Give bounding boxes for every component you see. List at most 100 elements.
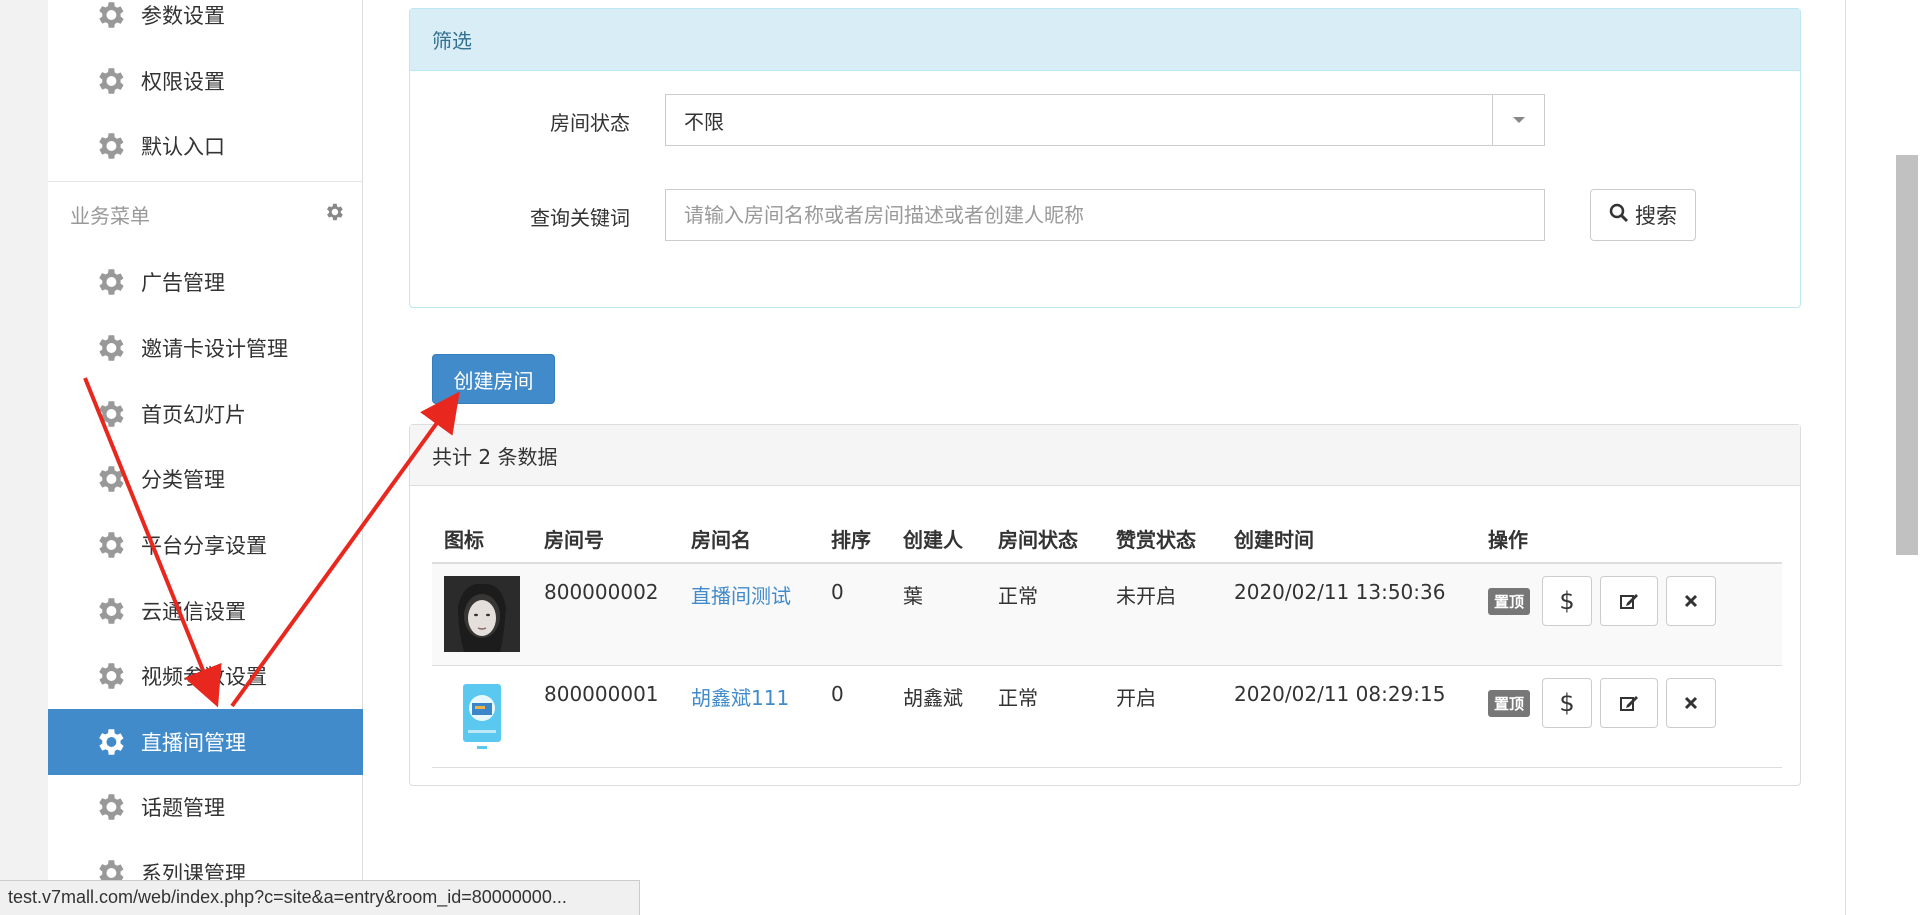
sidebar-item-cloud-im[interactable]: 云通信设置	[48, 578, 363, 644]
browser-status-bar: test.v7mall.com/web/index.php?c=site&a=e…	[0, 880, 640, 915]
sidebar-item-label: 直播间管理	[141, 731, 246, 755]
actions-cell: 置顶 $	[1476, 665, 1782, 768]
sidebar-item-invite-card[interactable]: 邀请卡设计管理	[48, 315, 363, 381]
keyword-input[interactable]	[665, 189, 1545, 241]
room-table: 图标 房间号 房间名 排序 创建人 房间状态 赞赏状态 创建时间 操作 8000…	[432, 515, 1782, 768]
close-icon	[1684, 696, 1698, 710]
sidebar-item-label: 权限设置	[141, 70, 225, 94]
sidebar-item-label: 广告管理	[141, 271, 225, 295]
room-id: 800000001	[532, 665, 679, 768]
main-content: 筛选 房间状态 不限 查询关键词 搜索 创建房间 共计 2 条数据 图标 房间号…	[363, 0, 1845, 915]
room-creator: 葉	[891, 563, 986, 666]
filter-panel: 筛选 房间状态 不限 查询关键词 搜索	[409, 8, 1801, 308]
column-header: 图标	[432, 515, 532, 564]
scrollbar-thumb[interactable]	[1896, 155, 1918, 555]
gear-icon	[93, 790, 127, 824]
room-icon-cell	[432, 563, 532, 666]
sidebar-item-label: 云通信设置	[141, 600, 246, 624]
actions-cell: 置顶 $	[1476, 563, 1782, 666]
room-icon-cell	[432, 665, 532, 768]
delete-button[interactable]	[1666, 576, 1717, 626]
sidebar-item-video-params[interactable]: 视频参数设置	[48, 643, 363, 709]
created-time: 2020/02/11 13:50:36	[1222, 563, 1476, 666]
sidebar-item-label: 视频参数设置	[141, 665, 267, 689]
column-header: 操作	[1476, 515, 1782, 564]
sidebar-item-topics[interactable]: 话题管理	[48, 774, 363, 840]
room-name-link[interactable]: 胡鑫斌111	[679, 665, 819, 768]
gear-icon	[93, 129, 127, 163]
sidebar-item-label: 参数设置	[141, 4, 225, 28]
room-poster-image	[444, 678, 520, 754]
search-button[interactable]: 搜索	[1590, 189, 1696, 241]
reward-button[interactable]: $	[1542, 678, 1593, 728]
edit-button[interactable]	[1600, 678, 1659, 728]
pin-top-badge[interactable]: 置顶	[1488, 689, 1531, 717]
room-name-link[interactable]: 直播间测试	[679, 563, 819, 666]
column-header: 赞赏状态	[1104, 515, 1222, 564]
gear-icon	[93, 397, 127, 431]
table-row: 800000001 胡鑫斌111 0 胡鑫斌 正常 开启 2020/02/11 …	[432, 665, 1782, 768]
pin-top-badge[interactable]: 置顶	[1488, 587, 1531, 615]
room-status: 正常	[986, 665, 1104, 768]
room-status-label: 房间状态	[550, 111, 630, 135]
gear-icon	[93, 594, 127, 628]
sidebar-item-label: 默认入口	[141, 135, 225, 159]
room-status-select[interactable]: 不限	[665, 94, 1545, 146]
table-header-row: 图标 房间号 房间名 排序 创建人 房间状态 赞赏状态 创建时间 操作	[432, 515, 1782, 564]
table-row: 800000002 直播间测试 0 葉 正常 未开启 2020/02/11 13…	[432, 563, 1782, 666]
sidebar-item-label: 话题管理	[141, 796, 225, 820]
column-header: 创建人	[891, 515, 986, 564]
chevron-down-icon[interactable]	[1492, 95, 1544, 145]
dollar-icon: $	[1559, 587, 1575, 615]
sidebar-item-slides[interactable]: 首页幻灯片	[48, 381, 363, 447]
column-header: 房间号	[532, 515, 679, 564]
create-room-button[interactable]: 创建房间	[432, 354, 555, 404]
edit-icon	[1620, 696, 1639, 711]
record-count: 共计 2 条数据	[410, 425, 1800, 486]
search-icon	[1609, 203, 1629, 228]
sidebar-item-permissions[interactable]: 权限设置	[48, 48, 363, 114]
gear-icon	[93, 659, 127, 693]
delete-button[interactable]	[1666, 678, 1717, 728]
sidebar-item-live-rooms[interactable]: 直播间管理	[48, 709, 363, 775]
sidebar-item-label: 首页幻灯片	[141, 403, 246, 427]
column-header: 创建时间	[1222, 515, 1476, 564]
created-time: 2020/02/11 08:29:15	[1222, 665, 1476, 768]
room-order: 0	[819, 665, 891, 768]
room-avatar-image	[444, 576, 520, 652]
room-status-value: 不限	[684, 109, 724, 134]
edit-button[interactable]	[1600, 576, 1659, 626]
room-list-panel: 共计 2 条数据 图标 房间号 房间名 排序 创建人 房间状态 赞赏状态 创建时…	[409, 424, 1801, 786]
sidebar-item-label: 平台分享设置	[141, 534, 267, 558]
column-header: 排序	[819, 515, 891, 564]
gear-icon	[93, 64, 127, 98]
sidebar: 参数设置 权限设置 默认入口 业务菜单 广告管理 邀请卡设计管理 首页幻灯片 分…	[48, 0, 363, 915]
sidebar-item-categories[interactable]: 分类管理	[48, 446, 363, 512]
dollar-icon: $	[1559, 689, 1575, 717]
column-header: 房间名	[679, 515, 819, 564]
sidebar-item-ads[interactable]: 广告管理	[48, 249, 363, 315]
room-creator: 胡鑫斌	[891, 665, 986, 768]
sidebar-item-default-entry[interactable]: 默认入口	[48, 113, 363, 179]
gear-icon	[93, 462, 127, 496]
gear-icon	[93, 725, 127, 759]
window-gutter	[0, 0, 48, 915]
reward-status: 未开启	[1104, 563, 1222, 666]
section-settings-icon[interactable]	[323, 201, 345, 223]
gear-icon	[93, 528, 127, 562]
sidebar-item-share[interactable]: 平台分享设置	[48, 512, 363, 578]
sidebar-item-label: 分类管理	[141, 468, 225, 492]
gear-icon	[93, 331, 127, 365]
column-header: 房间状态	[986, 515, 1104, 564]
gear-icon	[93, 0, 127, 32]
reward-button[interactable]: $	[1542, 576, 1593, 626]
keyword-label: 查询关键词	[530, 206, 630, 230]
filter-panel-title: 筛选	[410, 9, 1800, 71]
search-button-label: 搜索	[1635, 204, 1677, 228]
reward-status: 开启	[1104, 665, 1222, 768]
gear-icon	[93, 265, 127, 299]
section-title: 业务菜单	[70, 204, 150, 228]
edit-icon	[1620, 594, 1639, 609]
close-icon	[1684, 594, 1698, 608]
sidebar-item-params[interactable]: 参数设置	[48, 0, 363, 48]
